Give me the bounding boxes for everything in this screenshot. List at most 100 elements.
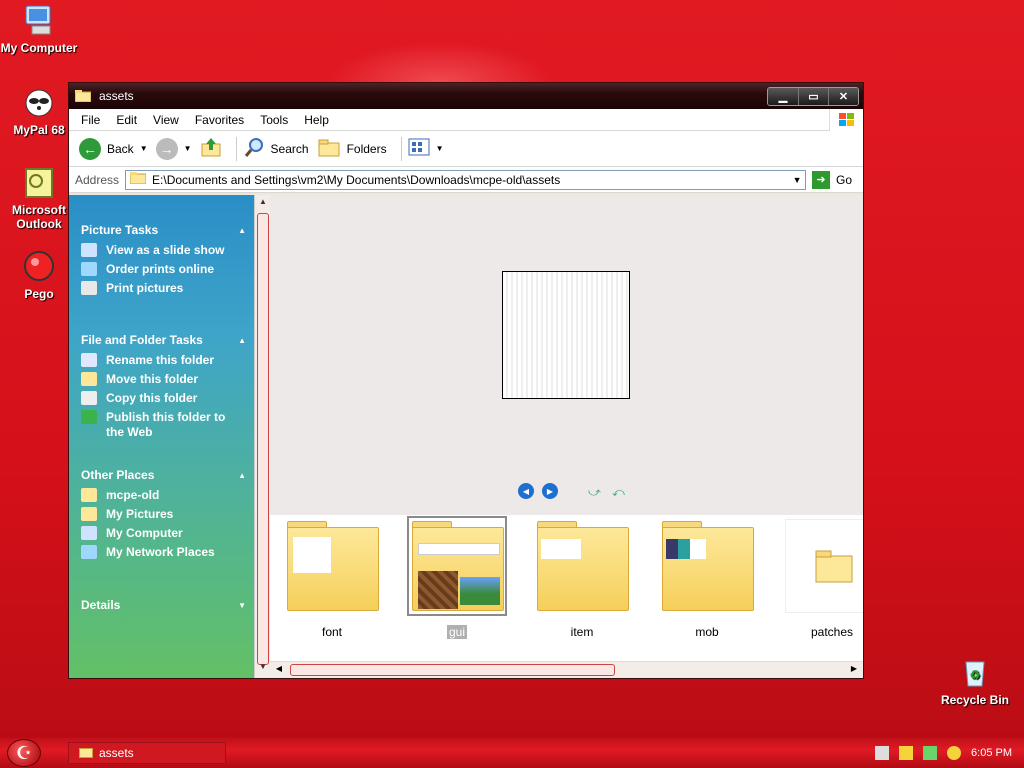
publish-globe-icon: [81, 410, 97, 424]
start-button[interactable]: ☪: [0, 738, 48, 768]
scroll-right-icon[interactable]: ▶: [847, 664, 861, 673]
back-button[interactable]: ← Back ▼: [79, 137, 148, 160]
task-label: View as a slide show: [106, 243, 225, 257]
preview-area: ◀ ▶ ⤻ ⤺: [270, 195, 863, 515]
next-image-icon[interactable]: ▶: [542, 483, 558, 499]
scroll-thumb[interactable]: [290, 664, 615, 676]
scroll-down-icon[interactable]: ▼: [255, 662, 271, 676]
previous-image-icon[interactable]: ◀: [518, 483, 534, 499]
up-folder-button[interactable]: [200, 136, 222, 161]
scroll-left-icon[interactable]: ◀: [272, 664, 286, 673]
thumbnail-item[interactable]: item: [530, 519, 634, 639]
network-icon[interactable]: [923, 746, 938, 760]
file-folder-tasks-header[interactable]: File and Folder Tasks ▲: [81, 331, 246, 349]
chevron-up-icon[interactable]: ▲: [238, 471, 246, 480]
task-order-prints[interactable]: Order prints online: [81, 262, 246, 277]
thumbnail-label: item: [570, 625, 594, 639]
up-folder-icon: [200, 136, 222, 161]
menu-file[interactable]: File: [73, 113, 108, 127]
folder-thumbnail: [285, 519, 379, 613]
preview-controls: ◀ ▶ ⤻ ⤺: [518, 483, 628, 499]
thumbnail-gui[interactable]: gui: [405, 516, 509, 639]
task-publish-web[interactable]: Publish this folder to the Web: [81, 410, 246, 440]
place-label: My Computer: [106, 526, 183, 540]
scroll-up-icon[interactable]: ▲: [255, 197, 271, 211]
vertical-scrollbar[interactable]: ▲ ▼: [254, 195, 270, 678]
taskbar-window-assets[interactable]: assets: [68, 742, 226, 764]
toolbar-separator: [400, 136, 402, 161]
place-mcpe-old[interactable]: mcpe-old: [81, 488, 246, 503]
move-icon: [81, 372, 97, 386]
close-button[interactable]: ✕: [828, 87, 858, 105]
place-label: My Pictures: [106, 507, 174, 521]
menu-tools[interactable]: Tools: [252, 113, 296, 127]
task-view-slideshow[interactable]: View as a slide show: [81, 243, 246, 258]
search-button[interactable]: Search: [243, 136, 309, 161]
task-label: Print pictures: [106, 281, 184, 295]
place-my-computer[interactable]: My Computer: [81, 526, 246, 541]
rotate-counterclockwise-icon[interactable]: ⤺: [612, 485, 628, 499]
folder-icon: [129, 172, 147, 187]
go-button[interactable]: ➜ Go: [812, 170, 852, 189]
scroll-thumb[interactable]: [257, 213, 269, 665]
horizontal-scrollbar[interactable]: ◀ ▶: [270, 661, 863, 678]
menu-help[interactable]: Help: [296, 113, 337, 127]
chevron-down-icon[interactable]: ▼: [140, 144, 148, 153]
other-places-section: Other Places ▲ mcpe-old My Pictures My C…: [81, 466, 246, 560]
task-rename-folder[interactable]: Rename this folder: [81, 353, 246, 368]
address-path: E:\Documents and Settings\vm2\My Documen…: [152, 172, 561, 187]
chevron-down-icon[interactable]: ▼: [184, 144, 192, 153]
search-label: Search: [270, 141, 309, 156]
chevron-down-icon[interactable]: ▼: [436, 144, 444, 153]
globe-icon: [81, 262, 97, 276]
task-copy-folder[interactable]: Copy this folder: [81, 391, 246, 406]
task-label: Copy this folder: [106, 391, 198, 405]
clock[interactable]: 6:05 PM: [971, 747, 1012, 759]
place-my-pictures[interactable]: My Pictures: [81, 507, 246, 522]
content-area: Picture Tasks ▲ View as a slide show Ord…: [69, 195, 863, 678]
chevron-up-icon[interactable]: ▲: [238, 226, 246, 235]
system-tray: 6:05 PM: [863, 738, 1024, 768]
slideshow-icon: [81, 243, 97, 257]
place-my-network[interactable]: My Network Places: [81, 545, 246, 560]
computer-icon: [81, 526, 97, 540]
section-title: Details: [81, 598, 121, 612]
thumbnail-patches[interactable]: patches: [780, 519, 863, 639]
chevron-down-icon[interactable]: ▼: [789, 175, 805, 185]
keyboard-icon[interactable]: [875, 746, 890, 760]
shield-icon[interactable]: [899, 746, 914, 760]
folders-button[interactable]: Folders: [317, 137, 387, 160]
forward-button[interactable]: → ▼: [155, 137, 192, 160]
desktop-icon-label: Recycle Bin: [940, 693, 1010, 707]
maximize-button[interactable]: ▭: [798, 87, 828, 105]
folder-icon: [79, 748, 93, 758]
title-bar[interactable]: assets ▁ ▭ ✕: [69, 83, 863, 109]
details-header[interactable]: Details ▼: [81, 596, 246, 614]
task-move-folder[interactable]: Move this folder: [81, 372, 246, 387]
picture-tasks-section: Picture Tasks ▲ View as a slide show Ord…: [81, 221, 246, 296]
chevron-up-icon[interactable]: ▲: [238, 336, 246, 345]
picture-tasks-header[interactable]: Picture Tasks ▲: [81, 221, 246, 239]
folder-icon: [81, 488, 97, 502]
menu-favorites[interactable]: Favorites: [187, 113, 252, 127]
search-icon[interactable]: [947, 746, 962, 760]
printer-icon: [81, 281, 97, 295]
minimize-button[interactable]: ▁: [768, 87, 798, 105]
thumbnail-font[interactable]: font: [280, 519, 384, 639]
thumbnail-mob[interactable]: mob: [655, 519, 759, 639]
task-print-pictures[interactable]: Print pictures: [81, 281, 246, 296]
views-button[interactable]: ▼: [408, 138, 444, 159]
folders-icon: [317, 137, 341, 160]
folder-icon: [815, 550, 853, 583]
rotate-clockwise-icon[interactable]: ⤻: [588, 485, 604, 499]
outlook-icon: [22, 166, 56, 200]
desktop-icon-recycle-bin[interactable]: ♻ Recycle Bin: [933, 656, 1017, 707]
other-places-header[interactable]: Other Places ▲: [81, 466, 246, 484]
menu-view[interactable]: View: [145, 113, 187, 127]
mypal-raccoon-icon: [22, 86, 56, 120]
toolbar-separator: [235, 136, 237, 161]
desktop-icon-my-computer[interactable]: My Computer: [0, 4, 81, 55]
address-field[interactable]: E:\Documents and Settings\vm2\My Documen…: [125, 169, 807, 190]
menu-edit[interactable]: Edit: [108, 113, 145, 127]
chevron-down-icon[interactable]: ▼: [238, 601, 246, 610]
